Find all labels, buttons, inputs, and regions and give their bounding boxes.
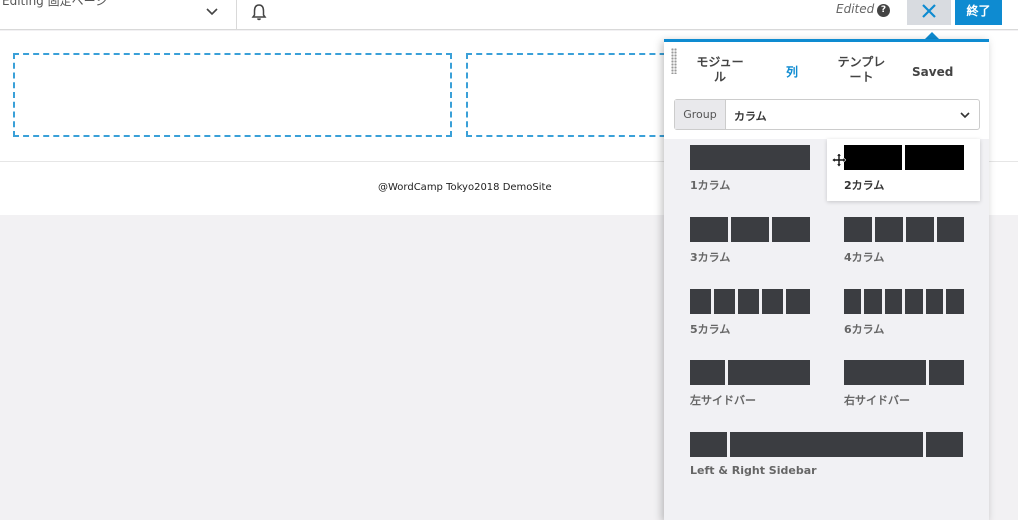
- column-block: [905, 145, 964, 170]
- group-value: カラム: [734, 110, 767, 123]
- bell-icon[interactable]: [250, 2, 268, 22]
- layout-label: Left & Right Sidebar: [690, 464, 817, 477]
- help-icon[interactable]: ?: [877, 4, 890, 17]
- group-label: Group: [675, 100, 726, 129]
- column-block: [875, 217, 903, 242]
- tab-modules[interactable]: モジュー ル: [694, 55, 746, 85]
- editing-page-title[interactable]: Editing 固定ページ: [2, 0, 107, 9]
- tab-columns[interactable]: 列: [782, 65, 802, 80]
- layout-label: 右サイドバー: [844, 394, 910, 407]
- content-panel: モジュー ル 列 テンプレ ート Saved Group カラム 1カラム 2カ…: [664, 39, 989, 520]
- column-block: [905, 289, 923, 314]
- column-block: [772, 217, 810, 242]
- move-cursor-icon: [832, 153, 846, 167]
- column-block: [731, 217, 769, 242]
- layout-label: 5カラム: [690, 323, 731, 336]
- column-block: [690, 145, 810, 170]
- column-block: [885, 289, 902, 314]
- column-block: [730, 432, 923, 457]
- column-block: [714, 289, 735, 314]
- close-icon: [922, 4, 936, 18]
- column-block: [844, 289, 861, 314]
- column-block: [786, 289, 810, 314]
- column-block: [929, 360, 964, 385]
- close-panel-button[interactable]: [907, 0, 951, 25]
- done-button[interactable]: 終了: [955, 0, 1002, 25]
- edited-status: Edited: [836, 2, 875, 16]
- layout-label: 左サイドバー: [690, 394, 756, 407]
- tab-saved[interactable]: Saved: [912, 65, 953, 80]
- column-block: [864, 289, 882, 314]
- layout-label: 1カラム: [690, 179, 731, 192]
- column-block: [926, 432, 963, 457]
- column-block: [937, 217, 964, 242]
- layout-label: 2カラム: [844, 179, 885, 192]
- column-block: [926, 289, 943, 314]
- layout-label: 6カラム: [844, 323, 885, 336]
- column-block: [762, 289, 783, 314]
- layout-label: 3カラム: [690, 251, 731, 264]
- column-block: [690, 289, 711, 314]
- column-block: [690, 360, 725, 385]
- column-block: [728, 360, 810, 385]
- chevron-down-icon: [960, 112, 970, 119]
- column-block: [690, 217, 728, 242]
- panel-header: モジュー ル 列 テンプレ ート Saved Group カラム: [664, 42, 989, 139]
- column-block: [738, 289, 759, 314]
- divider: [236, 0, 237, 30]
- drag-handle-icon[interactable]: [671, 48, 677, 74]
- chevron-down-icon[interactable]: [203, 3, 221, 21]
- column-drop-zone[interactable]: [13, 53, 452, 137]
- column-block: [844, 360, 926, 385]
- top-toolbar: Editing 固定ページ Edited ? 終了: [0, 0, 1018, 30]
- group-select[interactable]: Group カラム: [674, 99, 980, 130]
- column-block: [844, 145, 902, 170]
- column-block: [946, 289, 964, 314]
- column-drop-zone[interactable]: [466, 53, 686, 137]
- column-block: [844, 217, 872, 242]
- column-block: [690, 432, 727, 457]
- layout-label: 4カラム: [844, 251, 885, 264]
- footer-copyright: @WordCamp Tokyo2018 DemoSite: [378, 182, 552, 193]
- tab-templates[interactable]: テンプレ ート: [834, 55, 889, 85]
- column-block: [906, 217, 934, 242]
